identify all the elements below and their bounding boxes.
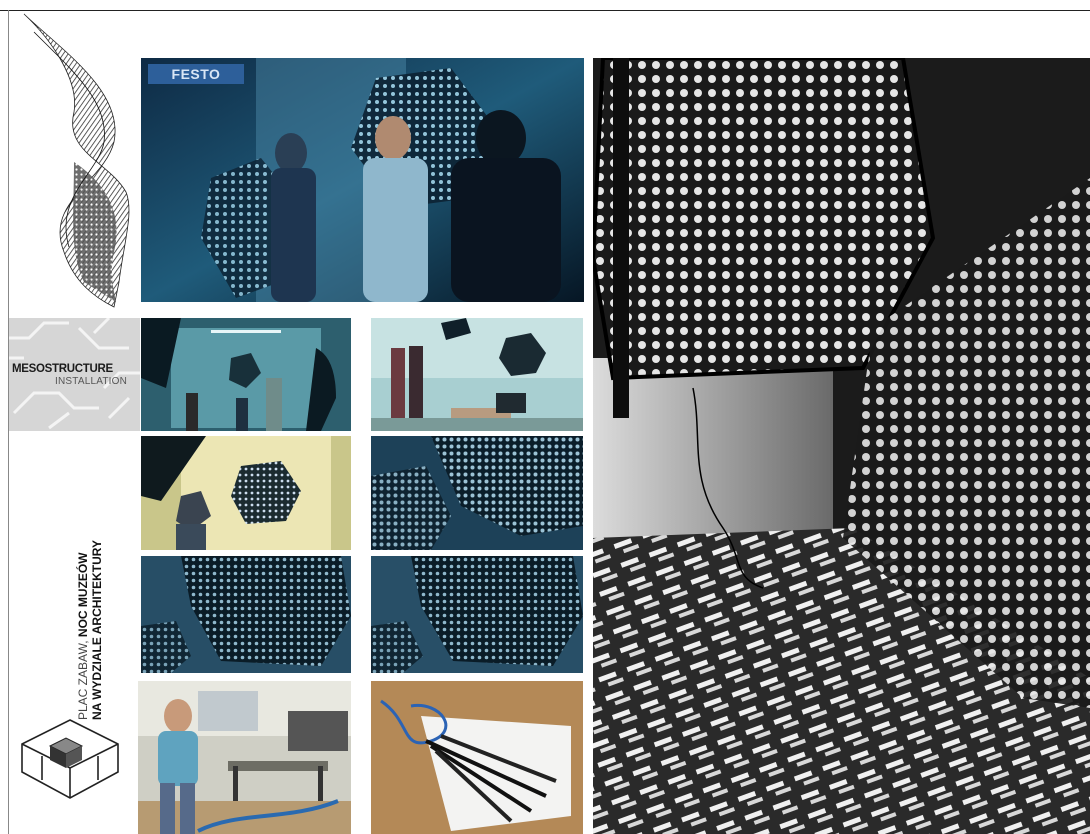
photo-hexagon-closeup-2 <box>141 556 351 673</box>
photo-man-in-workshop <box>138 681 351 834</box>
photo-assembling-panels <box>371 318 583 431</box>
mesostructure-title: MESOSTRUCTURE <box>12 363 113 375</box>
event-title-vertical: PLAC ZABAW, NOC MUZEÓW NA WYDZIALE ARCHI… <box>76 540 104 720</box>
twisted-ribbon-sketch-icon <box>14 12 132 310</box>
festo-badge: FESTO <box>148 64 244 84</box>
isometric-cube-logo-icon <box>14 716 126 806</box>
event-line1-bold: NOC MUZEÓW <box>76 552 90 638</box>
event-line1-light: PLAC ZABAW, <box>76 637 90 720</box>
photo-visitors-with-hexagon-panels <box>141 58 584 302</box>
photo-hexagon-closeup-1 <box>371 436 583 550</box>
photo-tubes-on-floor <box>371 681 583 834</box>
event-line2: NA WYDZIALE ARCHITEKTURY <box>90 540 104 720</box>
photo-hexagon-closeup-3 <box>371 556 583 673</box>
photo-installation-light-patterns <box>593 58 1090 834</box>
mesostructure-label-box: MESOSTRUCTURE INSTALLATION <box>9 318 140 431</box>
photo-hexagon-ceiling-view <box>141 436 351 550</box>
photo-room-workers-ceiling <box>141 318 351 431</box>
frame-top-line <box>0 10 1090 11</box>
mesostructure-subtitle: INSTALLATION <box>55 376 128 387</box>
